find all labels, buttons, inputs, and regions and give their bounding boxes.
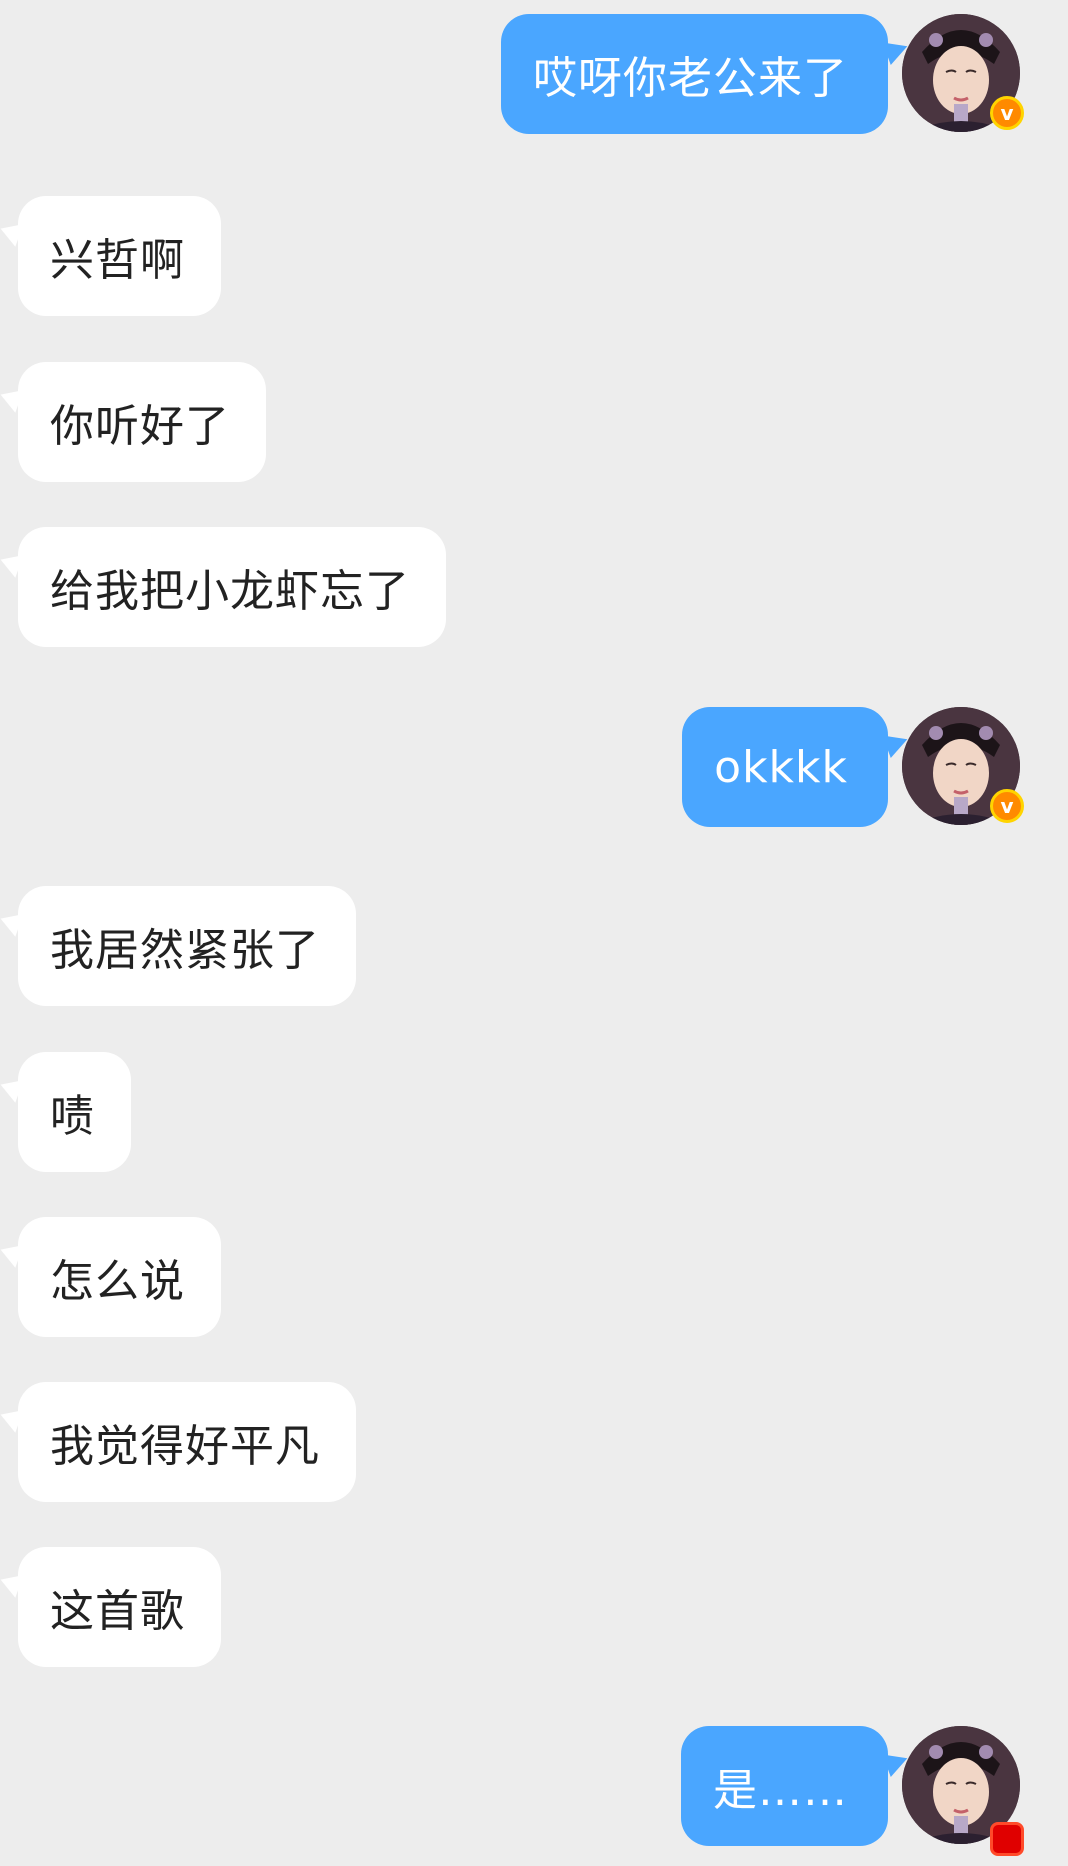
message-bubble-outgoing[interactable]: okkkk [682, 707, 888, 827]
avatar[interactable]: v [902, 14, 1024, 132]
message-bubble-incoming[interactable]: 我居然紧张了 [18, 886, 356, 1006]
message-row-incoming: 怎么说 [0, 1217, 1068, 1337]
message-bubble-outgoing[interactable]: 哎呀你老公来了 [501, 14, 888, 134]
message-bubble-incoming[interactable]: 给我把小龙虾忘了 [18, 527, 446, 647]
avatar[interactable] [902, 1726, 1024, 1856]
message-row-incoming: 我觉得好平凡 [0, 1382, 1068, 1502]
avatar[interactable]: v [902, 707, 1024, 825]
message-row-outgoing: okkkk v [0, 707, 1068, 827]
message-bubble-incoming[interactable]: 啧 [18, 1052, 131, 1172]
message-row-incoming: 给我把小龙虾忘了 [0, 527, 1068, 647]
message-bubble-incoming[interactable]: 我觉得好平凡 [18, 1382, 356, 1502]
message-row-incoming: 这首歌 [0, 1547, 1068, 1667]
message-bubble-incoming[interactable]: 怎么说 [18, 1217, 221, 1337]
verified-v-badge-icon: v [990, 96, 1024, 130]
message-row-incoming: 兴哲啊 [0, 196, 1068, 316]
message-bubble-incoming[interactable]: 这首歌 [18, 1547, 221, 1667]
verified-v-badge-icon [990, 1822, 1024, 1856]
message-row-outgoing: 是…… [0, 1726, 1068, 1856]
message-row-incoming: 你听好了 [0, 362, 1068, 482]
verified-v-badge-icon: v [990, 789, 1024, 823]
message-bubble-incoming[interactable]: 你听好了 [18, 362, 266, 482]
chat-thread: 哎呀你老公来了 v 兴哲啊 你听好了 给我把小龙虾忘了 okkkk v 我居然紧… [0, 0, 1068, 1866]
message-row-incoming: 啧 [0, 1052, 1068, 1172]
message-row-incoming: 我居然紧张了 [0, 886, 1068, 1006]
message-bubble-outgoing[interactable]: 是…… [681, 1726, 888, 1846]
message-bubble-incoming[interactable]: 兴哲啊 [18, 196, 221, 316]
message-row-outgoing: 哎呀你老公来了 v [0, 14, 1068, 134]
